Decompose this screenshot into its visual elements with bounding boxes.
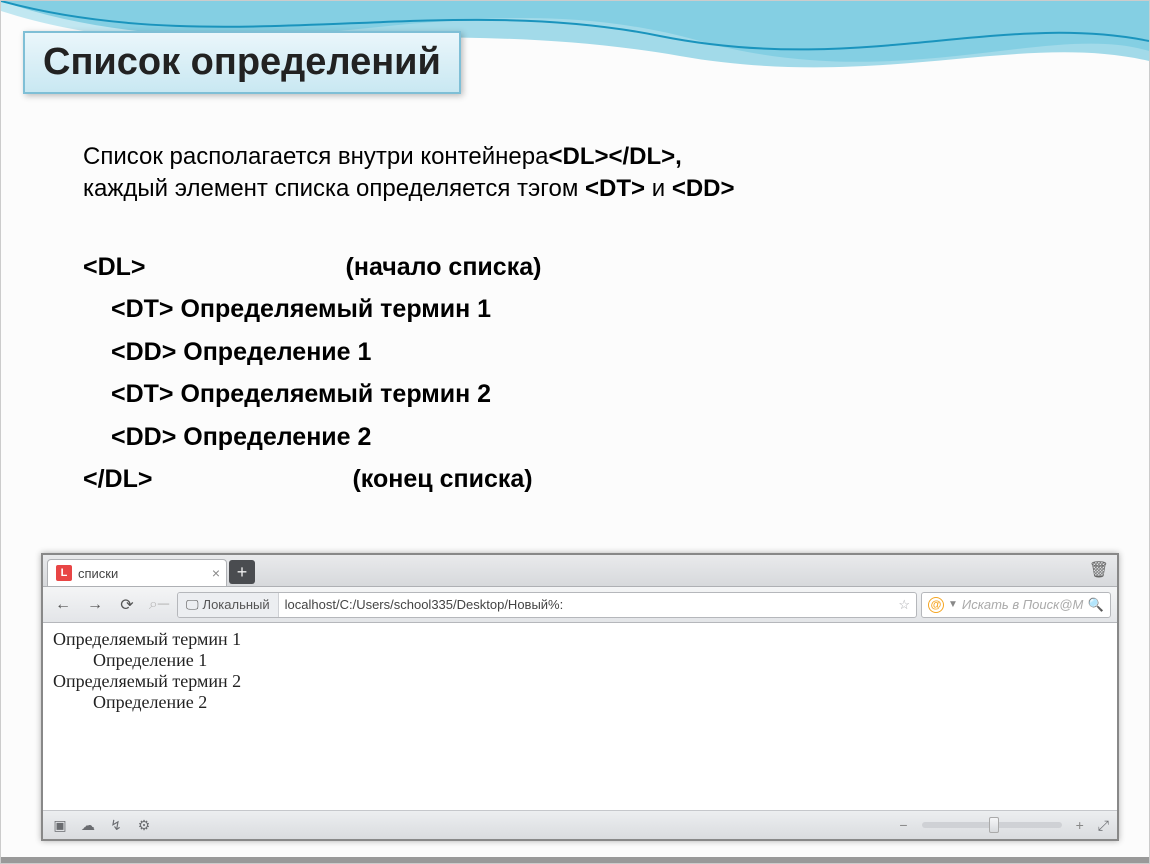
search-magnifier-icon[interactable]: 🔍 [1088, 597, 1104, 613]
slide-body: Список располагается внутри контейнера<D… [83, 141, 1089, 501]
forward-button[interactable]: → [81, 592, 109, 618]
panel-toggle-icon[interactable]: ▣ [51, 817, 69, 834]
address-text: localhost/C:/Users/school335/Desktop/Нов… [279, 597, 893, 612]
zoom-thumb[interactable] [989, 817, 999, 833]
tab-close-icon[interactable]: × [212, 565, 220, 581]
address-bar[interactable]: 🖵 Локальный localhost/C:/Users/school335… [177, 592, 917, 618]
page-viewport: Определяемый термин 1 Определение 1 Опре… [43, 623, 1117, 811]
bookmark-star-icon[interactable]: ☆ [892, 597, 916, 613]
browser-tab[interactable]: L списки × [47, 559, 227, 586]
zoom-slider[interactable] [922, 822, 1062, 828]
code-example: <DL>(начало списка) <DT> Определяемый те… [83, 246, 1089, 501]
intro-text: Список располагается внутри контейнера<D… [83, 141, 1089, 206]
definition-1: Определение 1 [93, 650, 1107, 671]
zoom-in-icon[interactable]: + [1072, 817, 1088, 833]
share-icon[interactable]: ↯ [107, 817, 125, 834]
search-engine-caret-icon[interactable]: ▼ [948, 599, 958, 610]
fit-width-icon[interactable]: ⤢ [1098, 817, 1109, 834]
status-bar: ▣ ☁ ↯ ⚙ − + ⤢ [43, 811, 1117, 839]
slide-title-box: Список определений [23, 31, 461, 94]
new-tab-button[interactable]: + [229, 560, 255, 584]
definition-2: Определение 2 [93, 692, 1107, 713]
search-placeholder: Искать в Поиск@М [962, 597, 1084, 612]
zoom-out-icon[interactable]: − [895, 817, 911, 833]
tab-title: списки [78, 566, 118, 581]
term-2: Определяемый термин 2 [53, 671, 1107, 692]
slide-title: Список определений [43, 41, 441, 83]
reload-button[interactable]: ⟳ [113, 592, 141, 618]
mailru-at-icon: @ [928, 597, 944, 613]
browser-window: L списки × + 🗑 ← → ⟳ ⌕─ 🖵 Локальный loca… [41, 553, 1119, 841]
search-box[interactable]: @ ▼ Искать в Поиск@М 🔍 [921, 592, 1111, 618]
closed-tabs-trash-icon[interactable]: 🗑 [1089, 560, 1109, 580]
vpn-key-icon[interactable]: ⌕─ [145, 592, 173, 618]
slide: Список определений Список располагается … [0, 0, 1150, 864]
back-button[interactable]: ← [49, 592, 77, 618]
local-badge: 🖵 Локальный [178, 593, 279, 617]
monitor-icon: 🖵 [186, 597, 199, 613]
toolbar: ← → ⟳ ⌕─ 🖵 Локальный localhost/C:/Users/… [43, 587, 1117, 623]
sync-cloud-icon[interactable]: ☁ [79, 817, 97, 834]
term-1: Определяемый термин 1 [53, 629, 1107, 650]
status-gear-icon[interactable]: ⚙ [135, 817, 153, 834]
tab-favicon-icon: L [56, 565, 72, 581]
definition-list: Определяемый термин 1 Определение 1 Опре… [53, 629, 1107, 713]
tab-bar: L списки × + 🗑 [43, 555, 1117, 587]
